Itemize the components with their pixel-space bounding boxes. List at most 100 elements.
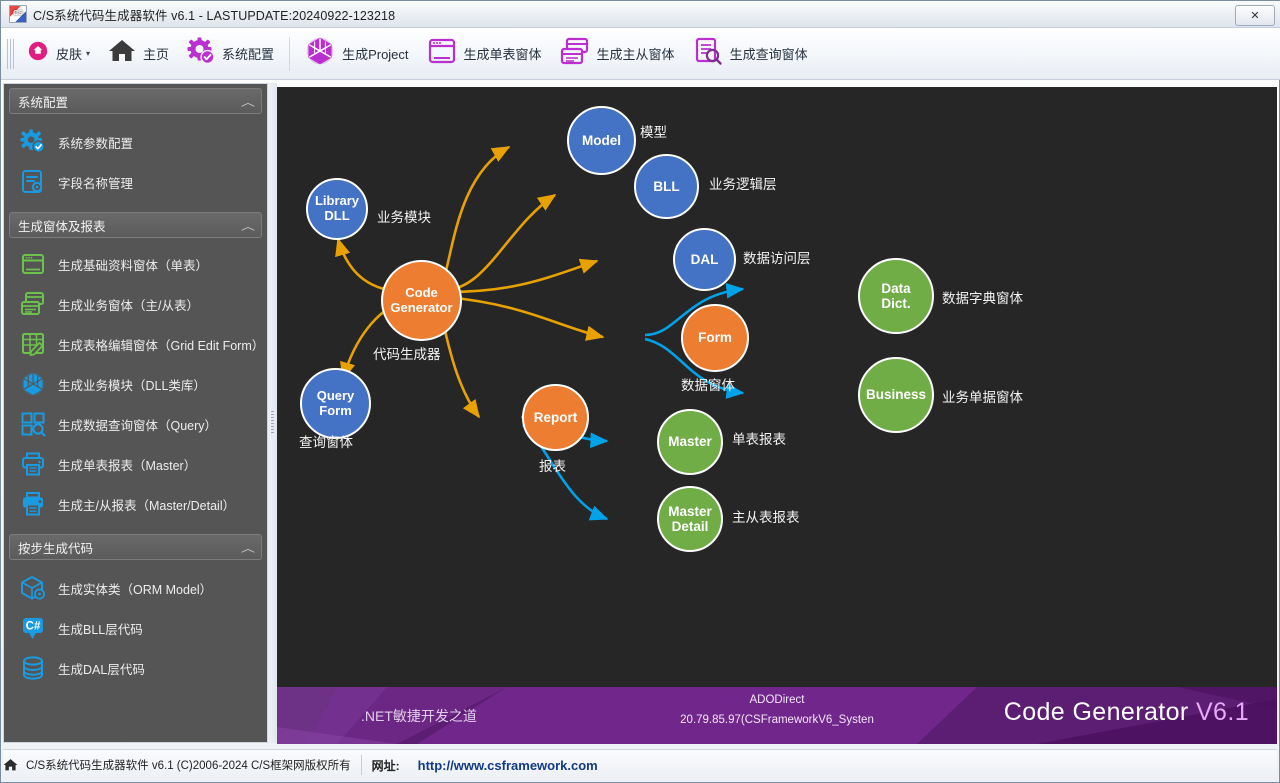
node-title-line1: BLL [653,178,680,194]
home-icon [3,758,18,772]
title-bar: CS C/S系统代码生成器软件 v6.1 - LASTUPDATE:202409… [1,1,1280,28]
chevron-up-icon: ︿ [241,543,255,555]
toolbar-button-generate-query-form[interactable]: 生成查询窗体 [684,32,817,76]
chevron-down-icon: ▾ [86,49,91,58]
sidebar-item-data-query-form[interactable]: 生成数据查询窗体（Query） [4,404,267,444]
toolbar-button-skin[interactable]: 皮肤 ▾ [18,32,99,76]
diagram-edges [335,145,745,521]
diagram-label-form: 数据窗体 [681,378,735,393]
sidebar-item-bll-code[interactable]: C# 生成BLL层代码 [4,608,267,648]
sidebar-item-orm-model[interactable]: 生成实体类（ORM Model） [4,568,267,608]
sidebar-item-system-params[interactable]: 系统参数配置 [4,122,267,162]
sidebar-item-grid-edit-form[interactable]: 生成表格编辑窗体（Grid Edit Form） [4,324,267,364]
toolbar: 皮肤 ▾ 主页 系统配置 生成Project 生成单表窗体 生成主从窗体 生成查… [1,28,1280,80]
master-detail-window-icon [560,36,590,71]
toolbar-grip[interactable] [7,38,14,69]
toolbar-label-generate-query-form: 生成查询窗体 [729,47,808,62]
toolbar-button-generate-project[interactable]: 生成Project [296,32,417,76]
chevron-up-icon: ︿ [241,221,255,233]
node-title-line1: Query [316,387,355,403]
sidebar-item-dal-code[interactable]: 生成DAL层代码 [4,648,267,688]
node-title-line2: Detail [671,519,709,534]
status-url-link[interactable]: http://www.csframework.com [418,758,598,773]
window-title: C/S系统代码生成器软件 v6.1 - LASTUPDATE:20240922-… [33,8,396,23]
diagram-node-library-dll[interactable]: Library DLL [306,178,368,240]
diagram-label-master-detail: 主从表报表 [732,510,800,525]
node-title-line1: Library [314,193,360,209]
diagram-node-data-dict[interactable]: Data Dict. [858,258,934,334]
sidebar-item-business-form[interactable]: 生成业务窗体（主/从表） [4,284,267,324]
sidebar-item-base-data-form[interactable]: 生成基础资料窗体（单表） [4,244,267,284]
printer-icon [20,451,46,477]
diagram-label-library-dll: 业务模块 [377,210,431,225]
sidebar-item-field-name-manage[interactable]: 字段名称管理 [4,162,267,202]
diagram-node-bll[interactable]: BLL [634,154,699,219]
node-title-line1: Model [582,132,621,148]
toolbar-label-generate-single-form: 生成单表窗体 [463,47,542,62]
database-icon [20,655,46,681]
toolbar-button-system-config[interactable]: 系统配置 [178,32,283,76]
main-content-panel: Library DLL 业务模块 Code Generator 代码生成器 Qu… [277,87,1277,687]
banner-product-version: V6.1 [1195,698,1249,726]
sidebar-item-master-report[interactable]: 生成单表报表（Master） [4,444,267,484]
svg-text:C#: C# [26,621,41,633]
diagram-node-form[interactable]: Form [681,304,749,372]
architecture-diagram: Library DLL 业务模块 Code Generator 代码生成器 Qu… [277,87,1277,687]
diagram-node-report[interactable]: Report [522,384,589,451]
sidebar-splitter[interactable] [268,83,277,743]
diagram-node-query-form[interactable]: Query Form [300,368,371,439]
diagram-node-master[interactable]: Master [657,409,723,475]
toolbar-button-home[interactable]: 主页 [99,32,178,76]
single-window-icon [20,251,46,277]
diagram-node-business[interactable]: Business [858,357,934,433]
home-icon [108,38,136,69]
close-button[interactable]: ✕ [1235,5,1275,26]
field-list-icon [20,169,46,195]
toolbar-label-generate-project: 生成Project [342,47,409,62]
master-detail-icon [20,291,46,317]
diagram-node-dal[interactable]: DAL [673,228,736,291]
sidebar-item-label: 生成业务窗体（主/从表） [58,298,199,313]
sidebar-group-header-step-codegen[interactable]: 按步生成代码 ︿ [9,534,262,560]
toolbar-label-skin: 皮肤 [56,47,83,62]
sidebar-item-master-detail-report[interactable]: 生成主/从报表（Master/Detail） [4,484,267,524]
sidebar: 系统配置 ︿ 系统参数配置 字段名称管理 生成窗体及报表 ︿ 生成基础资料窗体（… [3,83,268,743]
printer-detail-icon [20,491,46,517]
sidebar-group-header-system-config[interactable]: 系统配置 ︿ [9,88,262,114]
skin-icon [27,40,49,67]
diagram-node-code-generator[interactable]: Code Generator [381,260,462,341]
sidebar-item-label: 生成表格编辑窗体（Grid Edit Form） [58,338,265,353]
node-title-line1: Report [533,409,578,425]
banner-product-name: Code Generator [1003,698,1196,726]
banner-product-title: Code Generator V6.1 [1004,698,1249,727]
node-title-line1: Business [865,387,927,403]
status-copyright: C/S系统代码生成器软件 v6.1 (C)2006-2024 C/S框架网版权所… [26,760,351,772]
sidebar-item-label: 生成单表报表（Master） [58,458,197,473]
query-icon [20,411,46,437]
node-title-line1: Code [405,284,438,300]
sidebar-group-header-forms-reports[interactable]: 生成窗体及报表 ︿ [9,212,262,238]
sidebar-group-title: 生成窗体及报表 [18,219,106,234]
node-title-line1: Master [668,434,712,450]
query-window-icon [693,36,723,71]
node-title-line1: Form [698,330,732,346]
sidebar-item-label: 生成BLL层代码 [58,622,143,637]
toolbar-separator [289,36,291,71]
node-title-line2: Dict. [881,296,911,311]
sidebar-item-label: 生成实体类（ORM Model） [58,582,213,597]
sidebar-item-label: 生成数据查询窗体（Query） [58,418,218,433]
sidebar-item-business-module-dll[interactable]: 生成业务模块（DLL类库） [4,364,267,404]
sidebar-item-label: 系统参数配置 [58,136,134,151]
diagram-label-data-dict: 数据字典窗体 [942,291,1023,306]
diagram-node-master-detail[interactable]: Master Detail [657,486,723,552]
sidebar-item-label: 生成DAL层代码 [58,662,145,677]
node-title-line2: DLL [324,208,350,223]
toolbar-label-home: 主页 [143,47,170,62]
cube-icon [305,36,335,71]
diagram-label-code-generator: 代码生成器 [373,347,441,362]
toolbar-button-generate-single-form[interactable]: 生成单表窗体 [418,32,551,76]
diagram-label-report: 报表 [539,459,566,474]
diagram-node-model[interactable]: Model [567,106,636,175]
gear-check-icon [187,37,215,70]
toolbar-button-generate-master-detail-form[interactable]: 生成主从窗体 [551,32,684,76]
